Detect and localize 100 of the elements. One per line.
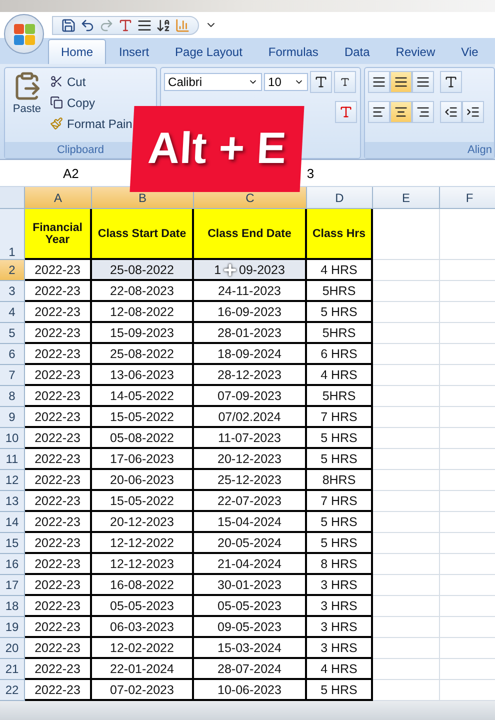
row-header[interactable]: 20 — [0, 638, 25, 659]
table-cell: 2022-23 — [25, 344, 92, 365]
paste-button[interactable]: Paste — [8, 71, 46, 139]
row-header[interactable]: 4 — [0, 302, 25, 323]
table-cell: 2022-23 — [25, 680, 92, 701]
row-header[interactable]: 5 — [0, 323, 25, 344]
row-header[interactable]: 6 — [0, 344, 25, 365]
table-cell: 13-06-2023 — [92, 365, 194, 386]
row-header[interactable]: 13 — [0, 491, 25, 512]
table-cell: 2022-23 — [25, 302, 92, 323]
table-cell: 11-07-2023 — [194, 428, 307, 449]
row-header[interactable]: 2 — [0, 260, 25, 281]
row-header[interactable]: 18 — [0, 596, 25, 617]
font-name-dropdown[interactable]: Calibri — [164, 73, 262, 91]
header-cell: Financial Year — [25, 209, 92, 260]
table-cell: 28-07-2024 — [194, 659, 307, 680]
table-cell: 2022-23 — [25, 638, 92, 659]
header-cell: Class Start Date — [92, 209, 194, 260]
table-cell: 2022-23 — [25, 575, 92, 596]
row-header[interactable]: 17 — [0, 575, 25, 596]
vertical-align-icon[interactable] — [368, 71, 390, 93]
group-label: Align — [364, 142, 494, 158]
column-header[interactable]: F — [440, 187, 495, 209]
row-header[interactable]: 12 — [0, 470, 25, 491]
table-cell: 3 HRS — [307, 596, 373, 617]
column-header[interactable]: E — [373, 187, 440, 209]
table-cell: 20-12-2023 — [92, 512, 194, 533]
column-header[interactable]: A — [25, 187, 92, 209]
row-header[interactable]: 9 — [0, 407, 25, 428]
table-cell: 09-05-2023 — [194, 617, 307, 638]
table-cell: 15-04-2024 — [194, 512, 307, 533]
table-cell: 20-06-2023 — [92, 470, 194, 491]
font-color-icon[interactable] — [334, 101, 357, 123]
ribbon-tab[interactable]: Vie — [448, 39, 492, 64]
header-cell: Class Hrs — [307, 209, 373, 260]
text-align-icon[interactable] — [368, 101, 390, 123]
text-align-icon[interactable] — [412, 101, 434, 123]
cut-button[interactable]: Cut — [50, 71, 132, 92]
row-header[interactable]: 8 — [0, 386, 25, 407]
undo-icon[interactable] — [80, 18, 95, 32]
ribbon-tab[interactable]: Page Layout — [162, 39, 256, 64]
table-cell: 7 HRS — [307, 491, 373, 512]
table-cell: 3 HRS — [307, 638, 373, 659]
table-cell: 05-08-2022 — [92, 428, 194, 449]
ribbon-tab[interactable]: Data — [331, 39, 383, 64]
table-cell: 22-01-2024 — [92, 659, 194, 680]
table-cell: 5 HRS — [307, 533, 373, 554]
table-cell: 25-12-2023 — [194, 470, 307, 491]
table-cell: 5 HRS — [307, 302, 373, 323]
column-header[interactable]: D — [307, 187, 373, 209]
table-cell: 5 HRS — [307, 428, 373, 449]
table-cell: 12-12-2022 — [92, 533, 194, 554]
cursor-icon — [222, 262, 238, 278]
vertical-align-icon[interactable] — [412, 71, 434, 93]
save-icon[interactable] — [61, 18, 76, 32]
table-cell: 4 HRS — [307, 260, 373, 281]
row-header[interactable]: 11 — [0, 449, 25, 470]
row-header[interactable]: 14 — [0, 512, 25, 533]
row-header[interactable]: 22 — [0, 680, 25, 701]
row-header[interactable]: 19 — [0, 617, 25, 638]
ribbon-tab[interactable]: Insert — [106, 39, 162, 64]
table-cell: 2022-23 — [25, 407, 92, 428]
table-cell: 24-11-2023 — [194, 281, 307, 302]
table-cell: 8HRS — [307, 470, 373, 491]
row-header[interactable]: 1 — [0, 209, 25, 260]
table-cell: 07/02.2024 — [194, 407, 307, 428]
increase-indent-icon[interactable] — [462, 101, 484, 123]
decrease-indent-icon[interactable] — [440, 101, 462, 123]
sort-icon[interactable] — [156, 18, 171, 32]
table-cell: 30-01-2023 — [194, 575, 307, 596]
format-painter-button[interactable]: Format Pain — [50, 113, 132, 134]
table-cell: 6 HRS — [307, 344, 373, 365]
table-cell: 2022-23 — [25, 386, 92, 407]
ribbon-tab[interactable]: Home — [48, 39, 106, 64]
row-header[interactable]: 3 — [0, 281, 25, 302]
align-icon[interactable] — [137, 18, 152, 32]
table-cell: 07-09-2023 — [194, 386, 307, 407]
text-align-icon[interactable] — [390, 101, 412, 123]
table-cell: 22-08-2023 — [92, 281, 194, 302]
table-cell: 1 09-2023 — [194, 260, 307, 281]
table-cell: 2022-23 — [25, 428, 92, 449]
row-header[interactable]: 15 — [0, 533, 25, 554]
vertical-align-icon[interactable] — [390, 71, 412, 93]
row-header[interactable]: 21 — [0, 659, 25, 680]
ribbon-tab[interactable]: Formulas — [255, 39, 332, 64]
name-box[interactable]: A2 — [63, 166, 79, 180]
header-cell: Class End Date — [194, 209, 307, 260]
table-cell: 5 HRS — [307, 680, 373, 701]
row-header[interactable]: 7 — [0, 365, 25, 386]
table-cell: 2022-23 — [25, 491, 92, 512]
copy-button[interactable]: Copy — [50, 92, 132, 113]
table-cell: 2022-23 — [25, 512, 92, 533]
table-cell: 25-08-2022 — [92, 344, 194, 365]
table-cell: 17-06-2023 — [92, 449, 194, 470]
table-cell: 07-02-2023 — [92, 680, 194, 701]
ribbon-tab[interactable]: Review — [382, 39, 448, 64]
row-header[interactable]: 16 — [0, 554, 25, 575]
font-size-dropdown[interactable]: 10 — [264, 73, 308, 91]
table-cell: 2022-23 — [25, 554, 92, 575]
row-header[interactable]: 10 — [0, 428, 25, 449]
